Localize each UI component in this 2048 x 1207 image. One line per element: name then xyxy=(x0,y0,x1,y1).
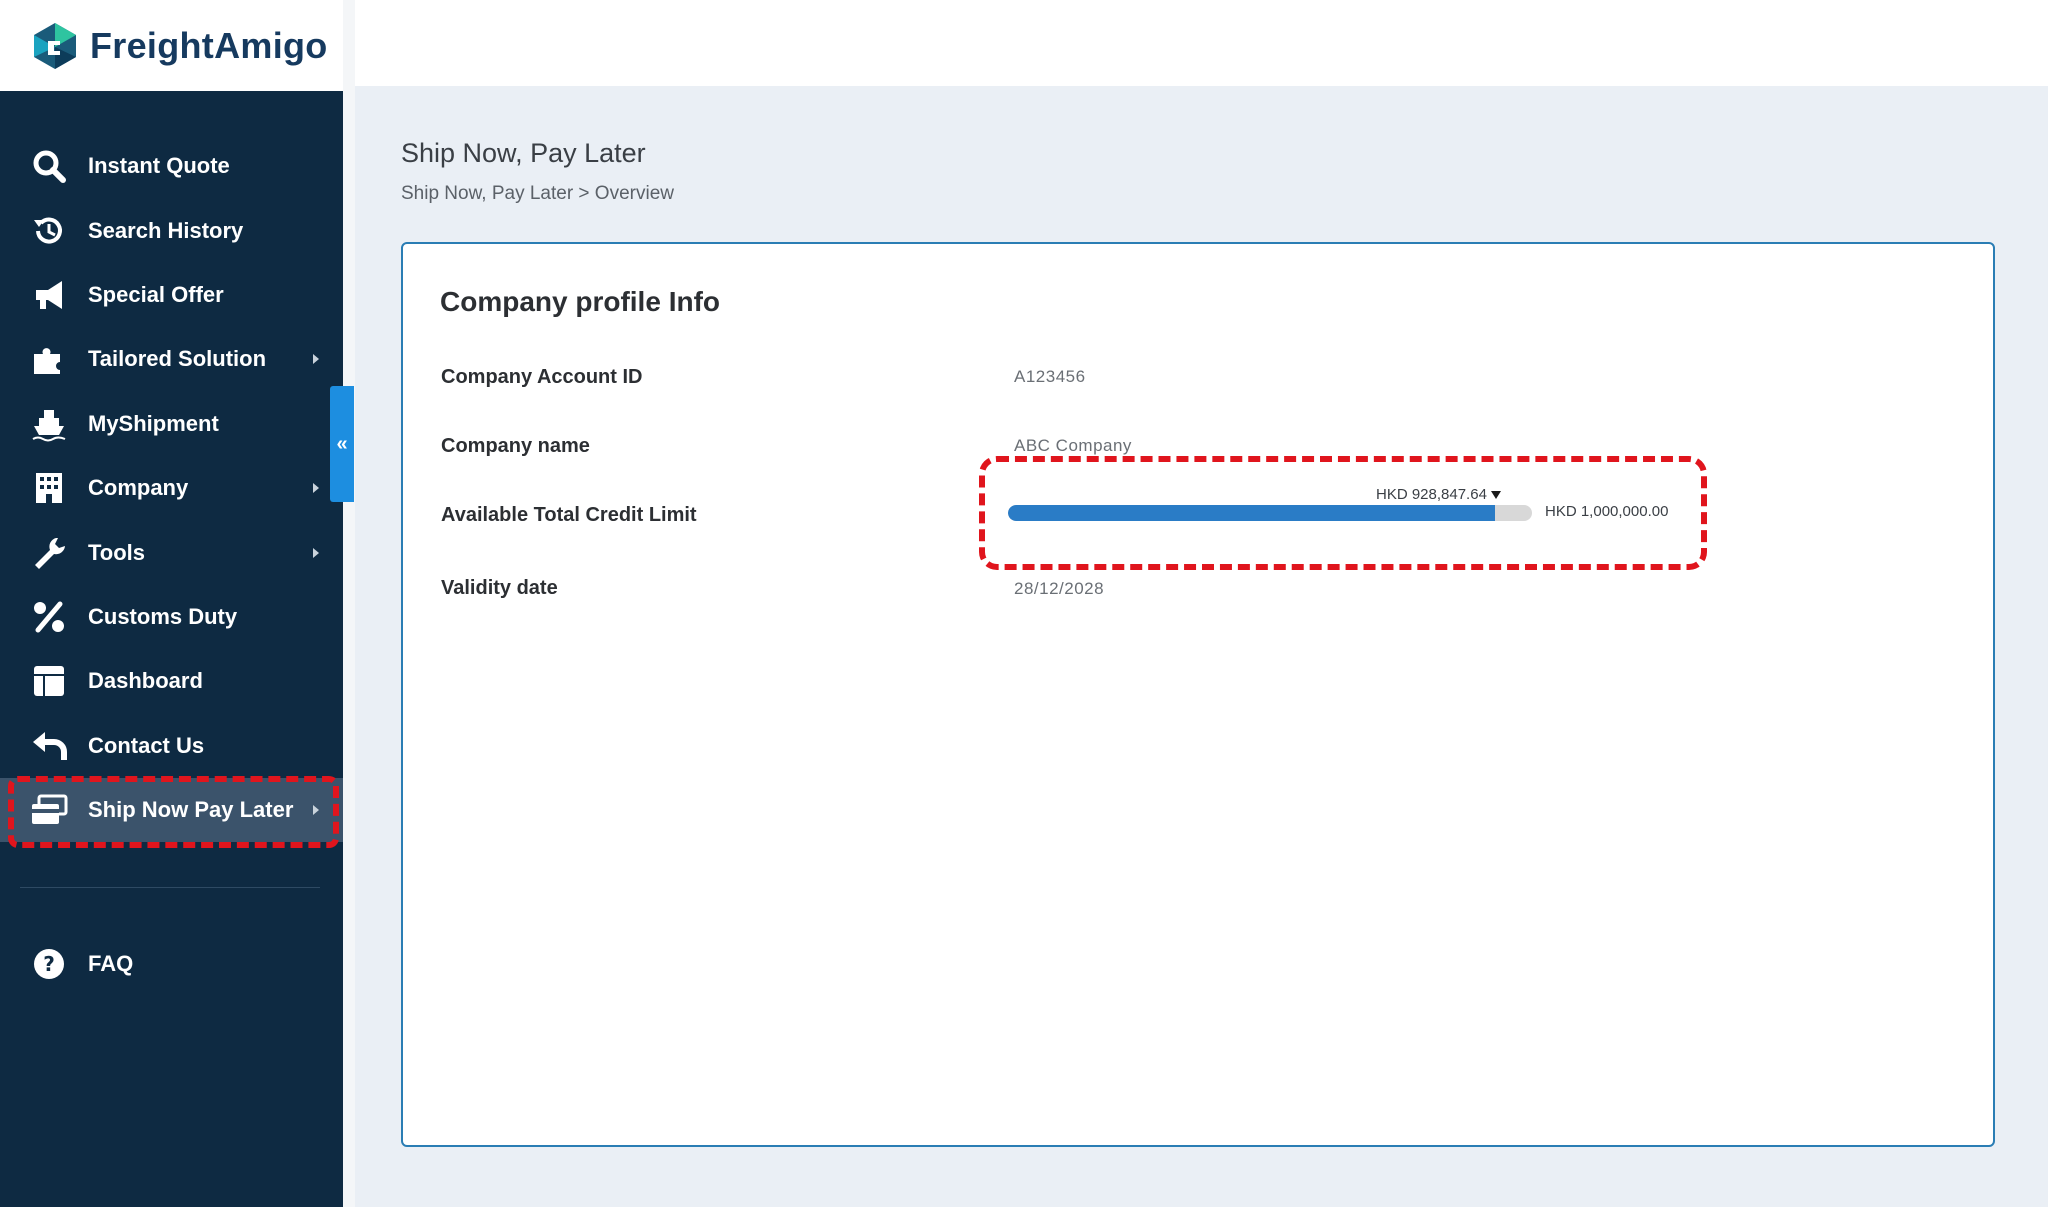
sidebar-item-label: Customs Duty xyxy=(88,604,238,629)
marker-down-icon xyxy=(1490,491,1501,500)
logo[interactable]: FreightAmigo xyxy=(0,0,343,91)
sidebar-item-customs-duty[interactable]: Customs Duty xyxy=(0,585,343,649)
sidebar-item-label: Tailored Solution xyxy=(88,346,267,371)
sidebar-divider xyxy=(20,887,320,888)
reply-icon xyxy=(30,727,68,765)
sidebar-item-label: Special Offer xyxy=(88,282,224,307)
brand-name: FreightAmigo xyxy=(90,24,328,66)
sidebar-edge xyxy=(343,0,355,1207)
sidebar-item-tailored-solution[interactable]: Tailored Solution xyxy=(0,327,343,391)
top-bar xyxy=(355,0,2048,86)
double-chevron-left-icon: « xyxy=(336,432,348,455)
page-title: Ship Now, Pay Later xyxy=(401,138,646,168)
question-icon: ? xyxy=(30,945,68,983)
sidebar-item-tools[interactable]: Tools xyxy=(0,521,343,585)
sidebar-item-instant-quote[interactable]: Instant Quote xyxy=(0,134,343,198)
company-name-value: ABC Company xyxy=(1014,436,1132,455)
wrench-icon xyxy=(30,534,68,572)
svg-text:?: ? xyxy=(43,952,55,976)
credit-progress-bar xyxy=(1008,505,1532,521)
sidebar-item-contact-us[interactable]: Contact Us xyxy=(0,714,343,778)
sidebar-item-label: Ship Now Pay Later xyxy=(88,797,294,822)
available-credit-value: HKD 928,847.64 xyxy=(1376,486,1487,503)
chevron-right-icon xyxy=(313,805,319,815)
sidebar-item-label: Tools xyxy=(88,540,146,565)
collapse-sidebar-button[interactable]: « xyxy=(330,386,354,502)
sidebar-item-label: Search History xyxy=(88,218,244,243)
validity-date-label: Validity date xyxy=(441,577,558,599)
sidebar-item-label: Dashboard xyxy=(88,668,203,693)
card-title: Company profile Info xyxy=(440,286,720,317)
validity-date-value: 28/12/2028 xyxy=(1014,579,1105,598)
chevron-right-icon xyxy=(313,354,319,364)
history-icon xyxy=(30,212,68,250)
sidebar-item-faq[interactable]: ? FAQ xyxy=(0,932,343,996)
percent-icon xyxy=(30,598,68,636)
sidebar-item-label: FAQ xyxy=(88,951,134,976)
account-id-label: Company Account ID xyxy=(441,366,643,388)
search-icon xyxy=(30,147,68,185)
sidebar-item-label: Instant Quote xyxy=(88,153,230,178)
chevron-right-icon xyxy=(313,483,319,493)
sidebar-item-special-offer[interactable]: Special Offer xyxy=(0,263,343,327)
credit-card-icon xyxy=(30,791,68,829)
sidebar-item-search-history[interactable]: Search History xyxy=(0,199,343,263)
sidebar-item-label: Company xyxy=(88,475,189,500)
sidebar-item-ship-now-pay-later[interactable]: Ship Now Pay Later xyxy=(0,778,343,842)
breadcrumb[interactable]: Ship Now, Pay Later > Overview xyxy=(401,183,674,205)
megaphone-icon xyxy=(30,276,68,314)
freightamigo-logo-icon xyxy=(34,22,76,69)
dashboard-icon xyxy=(30,662,68,700)
puzzle-icon xyxy=(30,340,68,378)
company-name-label: Company name xyxy=(441,435,590,457)
sidebar-item-label: MyShipment xyxy=(88,411,219,436)
sidebar-item-company[interactable]: Company xyxy=(0,456,343,520)
building-icon xyxy=(30,469,68,507)
sidebar-item-label: Contact Us xyxy=(88,733,205,758)
ship-icon xyxy=(30,405,68,443)
sidebar-item-dashboard[interactable]: Dashboard xyxy=(0,649,343,713)
sidebar: FreightAmigo Instant Quote Search History… xyxy=(0,0,343,1207)
account-id-value: A123456 xyxy=(1014,367,1086,386)
available-credit-marker: HKD 928,847.64 xyxy=(1376,486,1501,503)
sidebar-item-myshipment[interactable]: MyShipment xyxy=(0,392,343,456)
credit-progress-fill xyxy=(1008,505,1495,521)
credit-limit-label: Available Total Credit Limit xyxy=(441,504,697,526)
total-credit-value: HKD 1,000,000.00 xyxy=(1545,503,1669,520)
chevron-right-icon xyxy=(313,548,319,558)
